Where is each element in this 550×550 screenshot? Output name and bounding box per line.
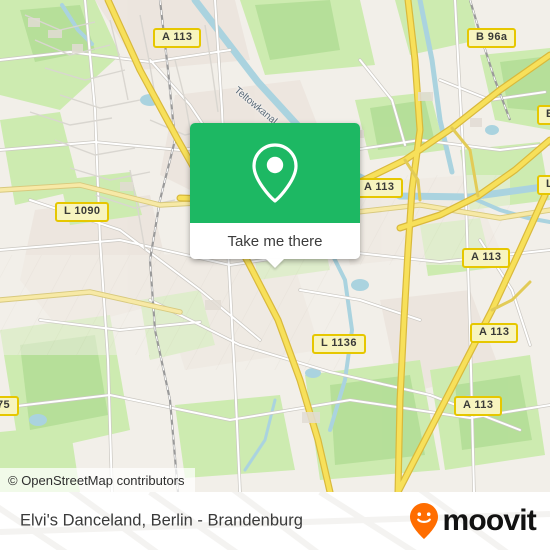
road-shield-l1136: L 1136 (312, 334, 366, 354)
map-canvas[interactable]: A 113 B 96a L 1090 A 113 A 113 L 1136 A … (0, 0, 550, 492)
road-shield-b96a: B 96a (467, 28, 517, 48)
map-attribution[interactable]: © OpenStreetMap contributors (0, 468, 195, 492)
road-shield-a113-top: A 113 (153, 28, 202, 48)
road-shield-b-edge: B (537, 105, 550, 125)
road-shield-a113-right-lower: A 113 (454, 396, 503, 416)
popup-pointer (266, 259, 284, 268)
map-pin-icon (252, 143, 298, 203)
moovit-map-page: A 113 B 96a L 1090 A 113 A 113 L 1136 A … (0, 0, 550, 550)
place-title: Elvi's Danceland, Berlin - Brandenburg (20, 511, 303, 530)
road-shield-l-edge: L (537, 175, 550, 195)
place-popup-card[interactable]: Take me there (190, 123, 360, 268)
road-shield-a113-right-upper: A 113 (462, 248, 511, 268)
road-shield-a113-mid: A 113 (355, 178, 404, 198)
popup-header (190, 123, 360, 223)
moovit-logo[interactable]: moovit (409, 502, 537, 540)
attribution-text: © OpenStreetMap contributors (8, 472, 185, 488)
road-shield-a113-right-mid: A 113 (470, 323, 519, 343)
road-shield-l1090: L 1090 (55, 202, 110, 222)
road-shield-75-edge: 75 (0, 396, 20, 416)
moovit-smiley-pin-icon (410, 503, 439, 539)
moovit-wordmark: moovit (442, 504, 536, 537)
popup-action-bar[interactable]: Take me there (190, 223, 360, 268)
take-me-there-label: Take me there (227, 232, 323, 250)
page-footer: Elvi's Danceland, Berlin - Brandenburg m… (0, 492, 550, 550)
